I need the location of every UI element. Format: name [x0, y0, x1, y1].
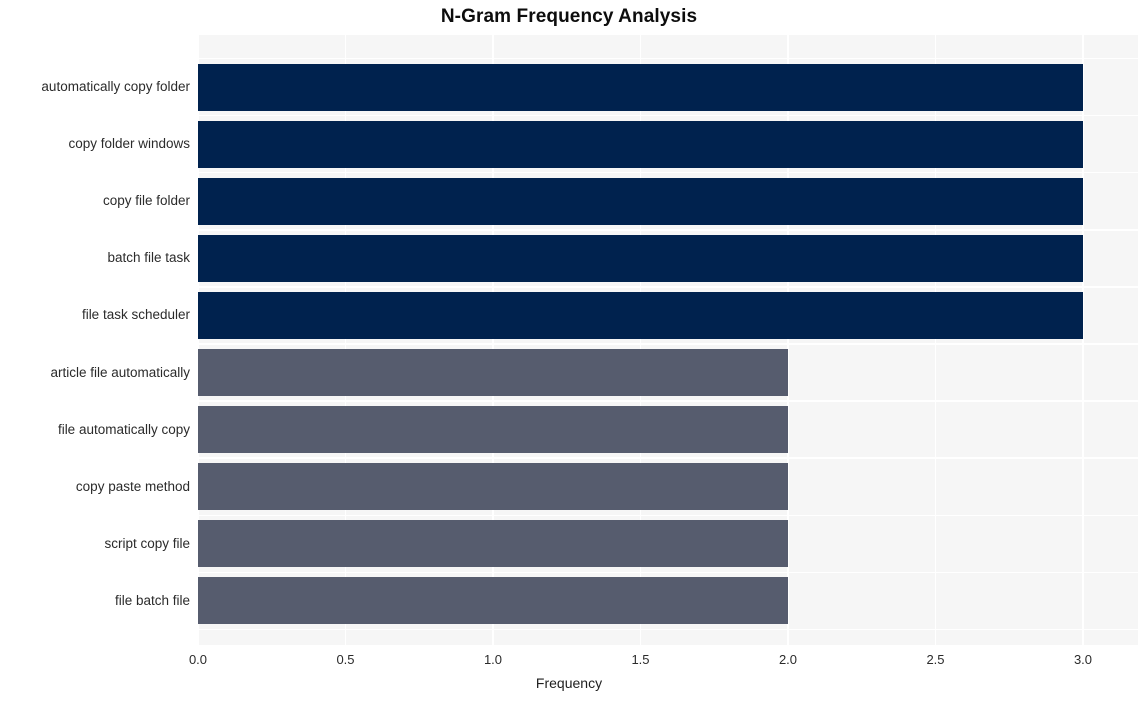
gridline-horizontal-8: [198, 514, 1138, 516]
chart-title: N-Gram Frequency Analysis: [440, 6, 698, 27]
y-tick-label: copy file folder: [102, 193, 190, 209]
bar: [198, 63, 1083, 111]
y-tick-label: copy folder windows: [68, 136, 190, 152]
y-tick-label: script copy file: [104, 535, 190, 551]
x-axis-label: Frequency: [535, 675, 603, 691]
y-tick-label: automatically copy folder: [41, 79, 190, 94]
bar: [198, 349, 788, 396]
y-tick-label: article file automatically: [50, 364, 190, 380]
bar: [198, 177, 1083, 225]
chart-figure: N-Gram Frequency Analysis automatically …: [0, 0, 1138, 701]
gridline-horizontal-1: [198, 114, 1138, 117]
x-tick-label: 1.0: [483, 652, 503, 667]
y-tick-label: copy paste method: [75, 478, 190, 494]
x-tick-label: 0.5: [336, 652, 355, 667]
plot-area: [198, 35, 1138, 645]
bar: [198, 463, 788, 511]
bar: [198, 406, 788, 454]
y-tick-label: file batch file: [114, 592, 190, 608]
gridline-horizontal-7: [198, 457, 1138, 459]
bar: [198, 234, 1083, 282]
y-tick-label: batch file task: [107, 250, 190, 266]
gridline-horizontal-0: [198, 57, 1138, 60]
gridline-horizontal-5: [198, 343, 1138, 345]
x-tick-label: 2.5: [926, 652, 945, 667]
y-tick-label: file task scheduler: [81, 307, 190, 323]
gridline-horizontal-6: [198, 400, 1138, 402]
x-tick-label: 3.0: [1073, 652, 1093, 667]
gridline-horizontal-9: [198, 571, 1138, 574]
y-tick-label: file automatically copy: [57, 421, 190, 437]
gridline-horizontal-4: [198, 286, 1138, 288]
bar: [198, 291, 1083, 339]
gridline-horizontal-10: [198, 628, 1138, 631]
gridline-horizontal-2: [198, 171, 1138, 174]
bar: [198, 577, 788, 625]
x-tick-label: 2.0: [778, 652, 798, 667]
x-tick-label: 1.5: [631, 652, 650, 667]
bar: [198, 120, 1083, 168]
gridline-horizontal-3: [198, 229, 1138, 231]
x-tick-label: 0.0: [188, 652, 208, 667]
bar: [198, 520, 788, 568]
